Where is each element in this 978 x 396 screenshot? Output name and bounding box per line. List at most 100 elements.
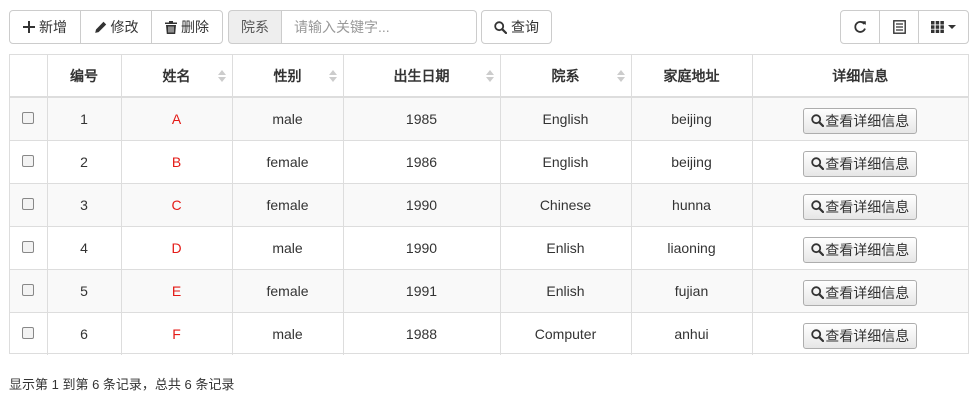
trash-icon bbox=[165, 20, 177, 34]
query-button[interactable]: 查询 bbox=[481, 10, 552, 44]
cell-birth-date: 1990 bbox=[342, 183, 500, 227]
data-table: 编号 姓名 性别 出生日期 院系 家庭地址 详细信息 1 Amale 1985 Eng… bbox=[9, 54, 969, 355]
row-checkbox[interactable] bbox=[22, 326, 35, 339]
cell-address: beijing bbox=[630, 97, 752, 141]
cell-detail: 查看详细信息 bbox=[751, 183, 968, 227]
sort-icon bbox=[485, 69, 494, 82]
row-select-cell bbox=[10, 97, 47, 141]
cell-birth-date: 1991 bbox=[342, 269, 500, 313]
table-row[interactable]: 5 Efemale 1991 Enlish fujian 查看详细信息 bbox=[10, 269, 968, 313]
cell-address: beijing bbox=[630, 140, 752, 184]
header-id: 编号 bbox=[46, 55, 121, 98]
table-row[interactable]: 6 Fmale 1988 Computer anhui 查看详细信息 bbox=[10, 312, 968, 355]
view-detail-button[interactable]: 查看详细信息 bbox=[803, 322, 918, 349]
search-icon bbox=[811, 157, 825, 170]
select-all-header bbox=[10, 55, 47, 98]
search-icon bbox=[811, 329, 825, 343]
toggle-view-button[interactable] bbox=[879, 10, 919, 44]
cell-detail: 查看详细信息 bbox=[751, 312, 968, 355]
cell-name: A bbox=[120, 97, 232, 141]
edit-button-label: 修改 bbox=[110, 19, 139, 35]
cell-gender: male bbox=[231, 226, 343, 270]
view-detail-button[interactable]: 查看详细信息 bbox=[803, 279, 918, 306]
cell-detail: 查看详细信息 bbox=[751, 140, 968, 184]
table-row[interactable]: 4 Dmale 1990 Enlish liaoning 查看详细信息 bbox=[10, 226, 968, 270]
cell-id: 3 bbox=[46, 183, 121, 227]
search-icon bbox=[811, 286, 825, 299]
cell-department: English bbox=[499, 140, 631, 184]
table-tools-group bbox=[840, 10, 969, 44]
pencil-icon bbox=[94, 21, 107, 34]
cell-birth-date: 1985 bbox=[342, 97, 500, 141]
table-row[interactable]: 3 Cfemale 1990 Chinese hunna 查看详细信息 bbox=[10, 183, 968, 227]
sort-icon bbox=[328, 69, 337, 82]
header-department[interactable]: 院系 bbox=[499, 55, 631, 98]
dept-addon: 院系 bbox=[228, 10, 282, 44]
plus-icon bbox=[23, 21, 35, 33]
cell-department: Enlish bbox=[499, 269, 631, 313]
search-icon bbox=[811, 243, 825, 256]
view-detail-button[interactable]: 查看详细信息 bbox=[803, 193, 918, 220]
search-input-group: 院系 bbox=[228, 10, 477, 44]
keyword-input[interactable] bbox=[282, 10, 477, 44]
row-checkbox[interactable] bbox=[22, 283, 35, 296]
caret-down-icon bbox=[948, 25, 956, 29]
add-button[interactable]: 新增 bbox=[9, 10, 81, 44]
cell-name: E bbox=[120, 269, 232, 313]
edit-button[interactable]: 修改 bbox=[80, 10, 152, 44]
view-detail-button[interactable]: 查看详细信息 bbox=[803, 150, 918, 177]
header-name[interactable]: 姓名 bbox=[120, 55, 232, 98]
cell-name: F bbox=[120, 312, 232, 355]
delete-button[interactable]: 删除 bbox=[151, 10, 223, 44]
cell-department: Chinese bbox=[499, 183, 631, 227]
cell-address: anhui bbox=[630, 312, 752, 355]
row-select-cell bbox=[10, 269, 47, 313]
sort-icon bbox=[616, 69, 625, 82]
view-detail-label: 查看详细信息 bbox=[825, 284, 910, 301]
refresh-button[interactable] bbox=[840, 10, 880, 44]
view-detail-button[interactable]: 查看详细信息 bbox=[803, 236, 918, 263]
search-icon bbox=[811, 200, 825, 213]
view-detail-label: 查看详细信息 bbox=[825, 241, 910, 258]
row-select-cell bbox=[10, 226, 47, 270]
row-checkbox[interactable] bbox=[22, 197, 35, 210]
view-detail-label: 查看详细信息 bbox=[825, 155, 910, 172]
cell-address: liaoning bbox=[630, 226, 752, 270]
cell-name: B bbox=[120, 140, 232, 184]
sort-icon bbox=[217, 69, 226, 82]
view-detail-label: 查看详细信息 bbox=[825, 112, 910, 129]
header-gender[interactable]: 性别 bbox=[231, 55, 343, 98]
delete-button-label: 删除 bbox=[181, 19, 209, 35]
header-birth-date[interactable]: 出生日期 bbox=[342, 55, 500, 98]
cell-name: D bbox=[120, 226, 232, 270]
columns-dropdown-button[interactable] bbox=[918, 10, 969, 44]
add-button-label: 新增 bbox=[39, 19, 67, 35]
row-select-cell bbox=[10, 140, 47, 184]
table-row[interactable]: 1 Amale 1985 English beijing 查看详细信息 bbox=[10, 97, 968, 141]
cell-id: 2 bbox=[46, 140, 121, 184]
view-detail-label: 查看详细信息 bbox=[825, 198, 910, 215]
refresh-icon bbox=[853, 20, 867, 34]
view-detail-button[interactable]: 查看详细信息 bbox=[803, 107, 918, 134]
cell-department: Enlish bbox=[499, 226, 631, 270]
cell-id: 4 bbox=[46, 226, 121, 270]
row-select-cell bbox=[10, 183, 47, 227]
row-checkbox[interactable] bbox=[22, 111, 35, 124]
view-detail-label: 查看详细信息 bbox=[825, 327, 910, 344]
row-checkbox[interactable] bbox=[22, 240, 35, 253]
search-icon bbox=[811, 114, 825, 128]
row-checkbox[interactable] bbox=[22, 154, 35, 167]
table-row[interactable]: 2 Bfemale 1986 English beijing 查看详细信息 bbox=[10, 140, 968, 184]
cell-address: fujian bbox=[630, 269, 752, 313]
cell-gender: male bbox=[231, 312, 343, 355]
row-select-cell bbox=[10, 312, 47, 355]
header-address: 家庭地址 bbox=[630, 55, 752, 98]
table-header-row: 编号 姓名 性别 出生日期 院系 家庭地址 详细信息 bbox=[10, 55, 968, 98]
cell-department: English bbox=[499, 97, 631, 141]
search-icon bbox=[494, 20, 507, 34]
list-icon bbox=[892, 20, 906, 34]
cell-birth-date: 1986 bbox=[342, 140, 500, 184]
header-detail: 详细信息 bbox=[751, 55, 968, 98]
cell-detail: 查看详细信息 bbox=[751, 226, 968, 270]
cell-birth-date: 1990 bbox=[342, 226, 500, 270]
